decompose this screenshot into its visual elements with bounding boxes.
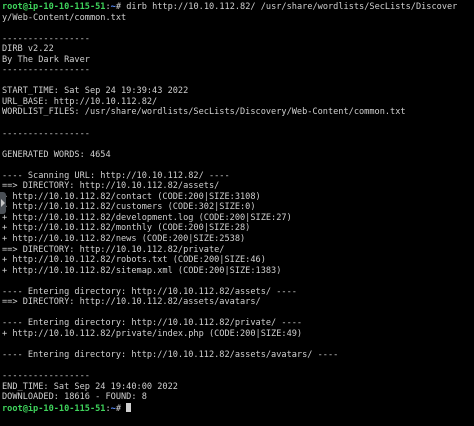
- prompt-user-host: root@ip-10-10-115-51: [2, 403, 106, 414]
- output-line: DIRB v2.22: [2, 44, 54, 55]
- output-line: By The Dark Raver: [2, 54, 90, 65]
- output-line: START_TIME: Sat Sep 24 19:39:43 2022: [2, 86, 189, 97]
- prompt-symbol: #: [115, 2, 127, 12]
- command-output: ----------------- DIRB v2.22 By The Dark R…: [2, 23, 474, 403]
- command-line-wrap: y/Web-Content/common.txt: [2, 12, 127, 23]
- output-line: -----------------: [2, 65, 90, 76]
- text-cursor: [126, 402, 132, 412]
- chevron-right-icon: [1, 199, 5, 207]
- output-line: -----------------: [2, 33, 90, 44]
- output-line: -----------------: [2, 128, 90, 139]
- output-line: END_TIME: Sat Sep 24 19:40:00 2022: [2, 381, 178, 392]
- output-line: + http://10.10.112.82/development.log (C…: [2, 212, 292, 223]
- prompt-line[interactable]: root@ip-10-10-115-51:~#: [2, 402, 474, 414]
- output-line: ==> DIRECTORY: http://10.10.112.82/priva…: [2, 244, 225, 255]
- output-line: + http://10.10.112.82/robots.txt (CODE:2…: [2, 255, 266, 266]
- prompt-symbol: #: [115, 403, 127, 414]
- output-line: WORDLIST_FILES: /usr/share/wordlists/Sec…: [2, 107, 406, 118]
- output-line: ---- Entering directory: http://10.10.11…: [2, 286, 297, 297]
- output-line: ==> DIRECTORY: http://10.10.112.82/asset…: [2, 181, 220, 192]
- output-line: + http://10.10.112.82/contact (CODE:200|…: [2, 191, 261, 202]
- output-line: + http://10.10.112.82/monthly (CODE:200|…: [2, 223, 251, 234]
- prompt-user-host: root@ip-10-10-115-51: [2, 2, 106, 12]
- output-line: GENERATED WORDS: 4654: [2, 149, 111, 160]
- terminal-window[interactable]: root@ip-10-10-115-51:~# dirb http://10.1…: [0, 0, 474, 426]
- output-line: + http://10.10.112.82/sitemap.xml (CODE:…: [2, 265, 282, 276]
- output-line: + http://10.10.112.82/private/index.php …: [2, 328, 303, 339]
- output-line: ==> DIRECTORY: http://10.10.112.82/asset…: [2, 297, 261, 308]
- side-panel-handle[interactable]: [0, 192, 6, 214]
- output-line: ---- Entering directory: http://10.10.11…: [2, 350, 339, 361]
- command-line: root@ip-10-10-115-51:~# dirb http://10.1…: [2, 2, 474, 13]
- output-line: DOWNLOADED: 18616 - FOUND: 8: [2, 392, 147, 403]
- output-line: -----------------: [2, 371, 90, 382]
- output-line: + http://10.10.112.82/customers (CODE:30…: [2, 202, 256, 213]
- output-line: ---- Entering directory: http://10.10.11…: [2, 318, 303, 329]
- output-line: + http://10.10.112.82/news (CODE:200|SIZ…: [2, 234, 246, 245]
- output-line: URL_BASE: http://10.10.112.82/: [2, 96, 158, 107]
- command-text: dirb http://10.10.112.82/ /usr/share/wor…: [126, 2, 458, 12]
- output-line: ---- Scanning URL: http://10.10.112.82/ …: [2, 170, 230, 181]
